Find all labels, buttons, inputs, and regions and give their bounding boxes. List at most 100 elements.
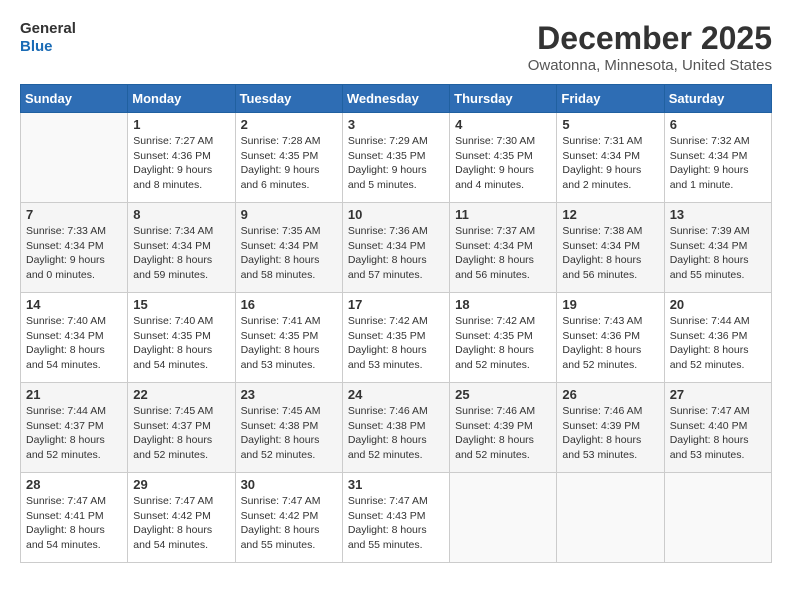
day-number: 14 [26, 297, 122, 312]
cell-info: Sunrise: 7:30 AM Sunset: 4:35 PM Dayligh… [455, 134, 551, 193]
day-number: 31 [348, 477, 444, 492]
calendar-cell: 19 Sunrise: 7:43 AM Sunset: 4:36 PM Dayli… [557, 293, 664, 383]
header-day-wednesday: Wednesday [342, 85, 449, 113]
calendar-cell: 10 Sunrise: 7:36 AM Sunset: 4:34 PM Dayli… [342, 203, 449, 293]
day-number: 5 [562, 117, 658, 132]
day-number: 26 [562, 387, 658, 402]
calendar-cell: 9Sunrise: 7:35 AM Sunset: 4:34 PM Daylig… [235, 203, 342, 293]
day-number: 17 [348, 297, 444, 312]
day-number: 2 [241, 117, 337, 132]
day-number: 10 [348, 207, 444, 222]
logo-line2: Blue [20, 38, 76, 56]
day-number: 18 [455, 297, 551, 312]
cell-info: Sunrise: 7:29 AM Sunset: 4:35 PM Dayligh… [348, 134, 444, 193]
day-number: 23 [241, 387, 337, 402]
cell-info: Sunrise: 7:39 AM Sunset: 4:34 PM Dayligh… [670, 224, 766, 283]
calendar-cell: 29 Sunrise: 7:47 AM Sunset: 4:42 PM Dayli… [128, 473, 235, 563]
day-number: 1 [133, 117, 229, 132]
day-number: 4 [455, 117, 551, 132]
cell-info: Sunrise: 7:41 AM Sunset: 4:35 PM Dayligh… [241, 314, 337, 373]
calendar-cell: 4 Sunrise: 7:30 AM Sunset: 4:35 PM Daylig… [450, 113, 557, 203]
cell-info: Sunrise: 7:28 AM Sunset: 4:35 PM Dayligh… [241, 134, 337, 193]
logo: General Blue General Blue [20, 20, 76, 56]
cell-info: Sunrise: 7:40 AM Sunset: 4:35 PM Dayligh… [133, 314, 229, 373]
calendar-cell: 6Sunrise: 7:32 AM Sunset: 4:34 PM Daylig… [664, 113, 771, 203]
day-number: 30 [241, 477, 337, 492]
cell-info: Sunrise: 7:42 AM Sunset: 4:35 PM Dayligh… [348, 314, 444, 373]
day-number: 3 [348, 117, 444, 132]
cell-info: Sunrise: 7:47 AM Sunset: 4:42 PM Dayligh… [133, 494, 229, 553]
calendar-cell: 31 Sunrise: 7:47 AM Sunset: 4:43 PM Dayli… [342, 473, 449, 563]
calendar-cell: 14 Sunrise: 7:40 AM Sunset: 4:34 PM Dayli… [21, 293, 128, 383]
calendar-cell [664, 473, 771, 563]
calendar-cell: 8Sunrise: 7:34 AM Sunset: 4:34 PM Daylig… [128, 203, 235, 293]
cell-info: Sunrise: 7:46 AM Sunset: 4:39 PM Dayligh… [455, 404, 551, 463]
cell-info: Sunrise: 7:31 AM Sunset: 4:34 PM Dayligh… [562, 134, 658, 193]
header-day-saturday: Saturday [664, 85, 771, 113]
day-number: 7 [26, 207, 122, 222]
week-row-1: 7 Sunrise: 7:33 AM Sunset: 4:34 PM Daylig… [21, 203, 772, 293]
page-header: General Blue General Blue December 2025 … [20, 20, 772, 74]
calendar-cell: 13 Sunrise: 7:39 AM Sunset: 4:34 PM Dayli… [664, 203, 771, 293]
calendar-cell: 15Sunrise: 7:40 AM Sunset: 4:35 PM Dayli… [128, 293, 235, 383]
day-number: 11 [455, 207, 551, 222]
cell-info: Sunrise: 7:47 AM Sunset: 4:41 PM Dayligh… [26, 494, 122, 553]
calendar-cell: 23 Sunrise: 7:45 AM Sunset: 4:38 PM Dayli… [235, 383, 342, 473]
cell-info: Sunrise: 7:47 AM Sunset: 4:40 PM Dayligh… [670, 404, 766, 463]
day-number: 27 [670, 387, 766, 402]
calendar-cell: 16 Sunrise: 7:41 AM Sunset: 4:35 PM Dayli… [235, 293, 342, 383]
calendar-cell: 25 Sunrise: 7:46 AM Sunset: 4:39 PM Dayli… [450, 383, 557, 473]
header-day-monday: Monday [128, 85, 235, 113]
cell-info: Sunrise: 7:36 AM Sunset: 4:34 PM Dayligh… [348, 224, 444, 283]
cell-info: Sunrise: 7:37 AM Sunset: 4:34 PM Dayligh… [455, 224, 551, 283]
cell-info: Sunrise: 7:33 AM Sunset: 4:34 PM Dayligh… [26, 224, 122, 283]
day-number: 19 [562, 297, 658, 312]
calendar-cell [557, 473, 664, 563]
cell-info: Sunrise: 7:47 AM Sunset: 4:42 PM Dayligh… [241, 494, 337, 553]
calendar-cell: 30 Sunrise: 7:47 AM Sunset: 4:42 PM Dayli… [235, 473, 342, 563]
title-block: December 2025 Owatonna, Minnesota, Unite… [528, 20, 772, 74]
calendar-cell [21, 113, 128, 203]
cell-info: Sunrise: 7:45 AM Sunset: 4:38 PM Dayligh… [241, 404, 337, 463]
header-day-sunday: Sunday [21, 85, 128, 113]
day-number: 29 [133, 477, 229, 492]
calendar-body: 1 Sunrise: 7:27 AM Sunset: 4:36 PM Daylig… [21, 113, 772, 563]
calendar-cell: 21Sunrise: 7:44 AM Sunset: 4:37 PM Dayli… [21, 383, 128, 473]
cell-info: Sunrise: 7:35 AM Sunset: 4:34 PM Dayligh… [241, 224, 337, 283]
day-number: 24 [348, 387, 444, 402]
calendar-cell: 3 Sunrise: 7:29 AM Sunset: 4:35 PM Daylig… [342, 113, 449, 203]
cell-info: Sunrise: 7:42 AM Sunset: 4:35 PM Dayligh… [455, 314, 551, 373]
calendar-cell: 11 Sunrise: 7:37 AM Sunset: 4:34 PM Dayli… [450, 203, 557, 293]
calendar-cell: 22 Sunrise: 7:45 AM Sunset: 4:37 PM Dayli… [128, 383, 235, 473]
cell-info: Sunrise: 7:40 AM Sunset: 4:34 PM Dayligh… [26, 314, 122, 373]
calendar-table: SundayMondayTuesdayWednesdayThursdayFrid… [20, 84, 772, 563]
cell-info: Sunrise: 7:46 AM Sunset: 4:39 PM Dayligh… [562, 404, 658, 463]
week-row-3: 21Sunrise: 7:44 AM Sunset: 4:37 PM Dayli… [21, 383, 772, 473]
calendar-cell: 7 Sunrise: 7:33 AM Sunset: 4:34 PM Daylig… [21, 203, 128, 293]
cell-info: Sunrise: 7:27 AM Sunset: 4:36 PM Dayligh… [133, 134, 229, 193]
month-title: December 2025 [528, 20, 772, 57]
header-row: SundayMondayTuesdayWednesdayThursdayFrid… [21, 85, 772, 113]
calendar-cell: 18 Sunrise: 7:42 AM Sunset: 4:35 PM Dayli… [450, 293, 557, 383]
header-day-tuesday: Tuesday [235, 85, 342, 113]
cell-info: Sunrise: 7:45 AM Sunset: 4:37 PM Dayligh… [133, 404, 229, 463]
calendar-cell: 24 Sunrise: 7:46 AM Sunset: 4:38 PM Dayli… [342, 383, 449, 473]
day-number: 21 [26, 387, 122, 402]
week-row-2: 14 Sunrise: 7:40 AM Sunset: 4:34 PM Dayli… [21, 293, 772, 383]
day-number: 25 [455, 387, 551, 402]
calendar-header: SundayMondayTuesdayWednesdayThursdayFrid… [21, 85, 772, 113]
day-number: 16 [241, 297, 337, 312]
cell-info: Sunrise: 7:32 AM Sunset: 4:34 PM Dayligh… [670, 134, 766, 193]
cell-info: Sunrise: 7:47 AM Sunset: 4:43 PM Dayligh… [348, 494, 444, 553]
day-number: 20 [670, 297, 766, 312]
day-number: 22 [133, 387, 229, 402]
cell-info: Sunrise: 7:46 AM Sunset: 4:38 PM Dayligh… [348, 404, 444, 463]
cell-info: Sunrise: 7:43 AM Sunset: 4:36 PM Dayligh… [562, 314, 658, 373]
calendar-cell: 20 Sunrise: 7:44 AM Sunset: 4:36 PM Dayli… [664, 293, 771, 383]
day-number: 13 [670, 207, 766, 222]
day-number: 8 [133, 207, 229, 222]
cell-info: Sunrise: 7:44 AM Sunset: 4:36 PM Dayligh… [670, 314, 766, 373]
week-row-0: 1 Sunrise: 7:27 AM Sunset: 4:36 PM Daylig… [21, 113, 772, 203]
header-day-thursday: Thursday [450, 85, 557, 113]
calendar-cell: 26 Sunrise: 7:46 AM Sunset: 4:39 PM Dayli… [557, 383, 664, 473]
